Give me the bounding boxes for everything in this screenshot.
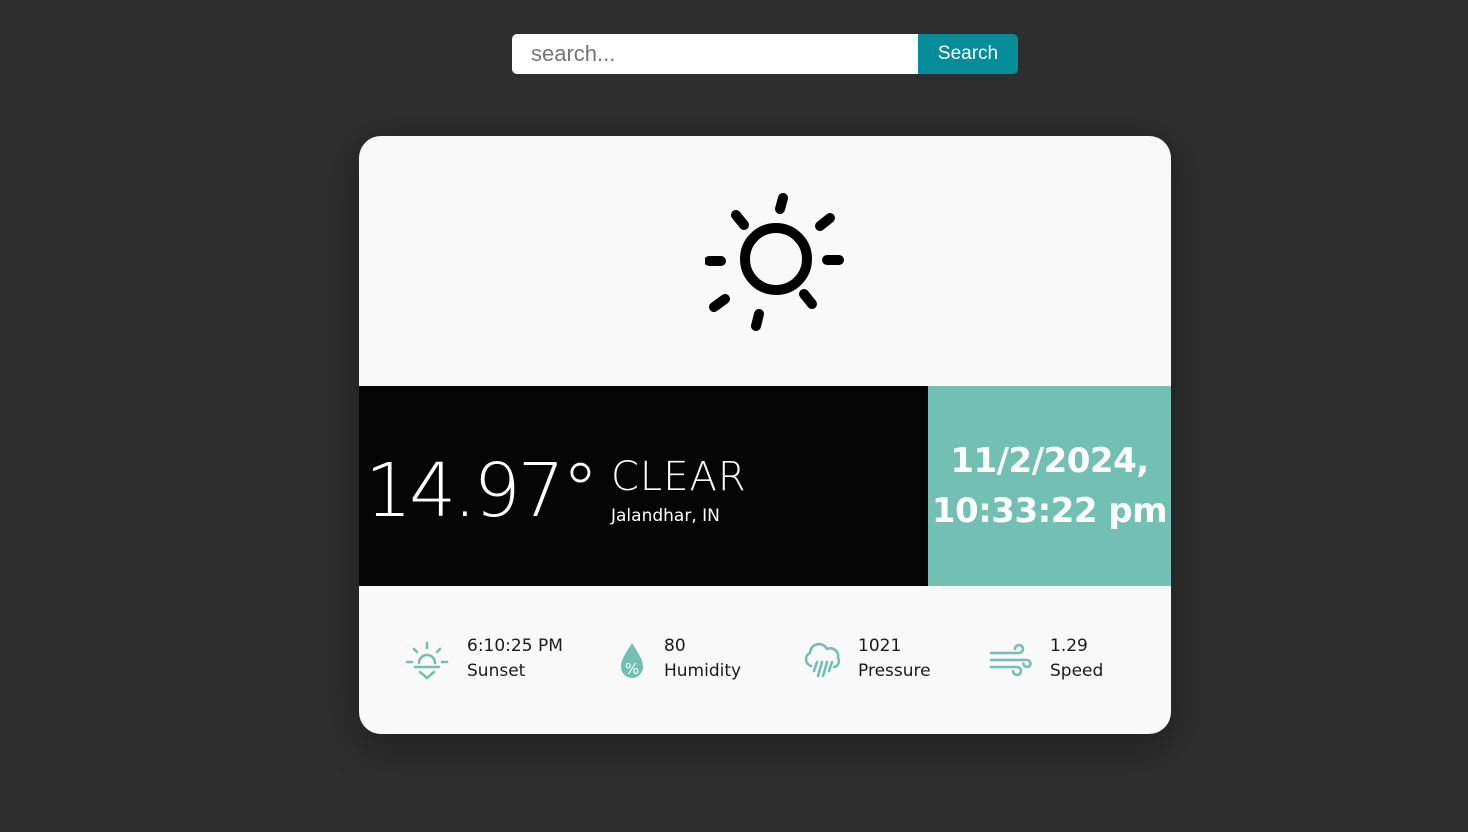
- sun-icon: [705, 193, 844, 331]
- pressure-icon: [804, 642, 841, 678]
- humidity-value: 80: [664, 636, 686, 656]
- stat-wind-speed: 1.29 Speed: [989, 634, 1159, 690]
- weather-icon-area: [359, 136, 1171, 386]
- svg-text:%: %: [625, 660, 639, 678]
- sunset-label: Sunset: [467, 661, 526, 681]
- temperature-value: 14.97°: [365, 448, 599, 534]
- pressure-label: Pressure: [858, 661, 931, 681]
- sunset-icon: [405, 641, 449, 680]
- humidity-icon: %: [621, 643, 643, 678]
- weather-summary-band: 14.97° CLEAR Jalandhar, IN 11/2/2024, 10…: [359, 386, 1171, 586]
- location-label: Jalandhar, IN: [611, 506, 720, 526]
- wind-speed-label: Speed: [1050, 661, 1104, 681]
- humidity-label: Humidity: [664, 661, 742, 681]
- weather-condition: CLEAR: [611, 454, 747, 500]
- weather-stats: 6:10:25 PM Sunset % 80 Humidity 1021 Pre…: [359, 586, 1171, 734]
- wind-icon: [989, 643, 1032, 677]
- stat-humidity: % 80 Humidity: [611, 634, 781, 690]
- search-button[interactable]: Search: [918, 34, 1018, 74]
- current-weather-panel: 14.97° CLEAR Jalandhar, IN: [359, 386, 928, 586]
- stat-sunset: 6:10:25 PM Sunset: [405, 634, 575, 690]
- pressure-value: 1021: [858, 636, 902, 656]
- weather-card: 14.97° CLEAR Jalandhar, IN 11/2/2024, 10…: [359, 136, 1171, 734]
- wind-speed-value: 1.29: [1050, 636, 1088, 656]
- stat-pressure: 1021 Pressure: [801, 634, 971, 690]
- date-text: 11/2/2024,: [950, 441, 1149, 481]
- search-input[interactable]: [512, 34, 918, 74]
- sunset-value: 6:10:25 PM: [467, 636, 563, 656]
- search-bar: Search: [512, 34, 1018, 74]
- datetime-panel: 11/2/2024, 10:33:22 pm: [928, 386, 1171, 586]
- time-text: 10:33:22 pm: [931, 491, 1168, 531]
